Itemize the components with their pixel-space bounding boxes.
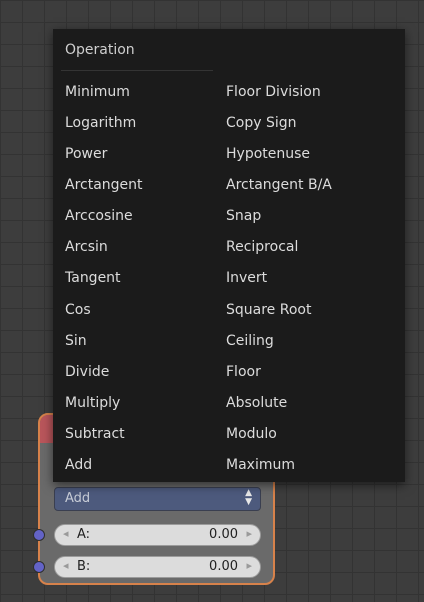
menu-item-subtract[interactable]: Subtract [65,426,125,442]
menu-item-snap[interactable]: Snap [226,208,261,224]
menu-item-floor-division[interactable]: Floor Division [226,84,321,100]
operation-menu: Operation Minimum Logarithm Power Arctan… [53,29,405,482]
left-arrow-icon[interactable]: ◂ [63,527,69,540]
menu-item-square-root[interactable]: Square Root [226,302,311,318]
right-arrow-icon[interactable]: ▸ [246,559,252,572]
menu-item-add[interactable]: Add [65,457,92,473]
input-a-field[interactable]: ◂ A: 0.00 ▸ [54,524,261,546]
menu-item-hypotenuse[interactable]: Hypotenuse [226,146,310,162]
menu-item-reciprocal[interactable]: Reciprocal [226,239,298,255]
menu-item-multiply[interactable]: Multiply [65,395,120,411]
menu-item-divide[interactable]: Divide [65,364,109,380]
menu-item-modulo[interactable]: Modulo [226,426,277,442]
menu-item-ceiling[interactable]: Ceiling [226,333,274,349]
input-b-field[interactable]: ◂ B: 0.00 ▸ [54,556,261,578]
menu-item-minimum[interactable]: Minimum [65,84,130,100]
input-b-value: 0.00 [209,559,238,574]
menu-item-arctangent[interactable]: Arctangent [65,177,143,193]
menu-item-absolute[interactable]: Absolute [226,395,287,411]
right-arrow-icon[interactable]: ▸ [246,527,252,540]
menu-item-arcsin[interactable]: Arcsin [65,239,108,255]
menu-item-power[interactable]: Power [65,146,107,162]
up-down-arrows-icon: ▲ ▼ [245,488,252,507]
input-a-label: A: [77,527,91,542]
menu-item-arctangent-b-a[interactable]: Arctangent B/A [226,177,332,193]
socket-icon[interactable] [33,561,45,573]
menu-item-copy-sign[interactable]: Copy Sign [226,115,297,131]
socket-icon[interactable] [33,529,45,541]
menu-item-arccosine[interactable]: Arccosine [65,208,133,224]
menu-item-floor[interactable]: Floor [226,364,261,380]
menu-title: Operation [65,42,135,58]
left-arrow-icon[interactable]: ◂ [63,559,69,572]
menu-item-maximum[interactable]: Maximum [226,457,295,473]
menu-item-sin[interactable]: Sin [65,333,87,349]
menu-separator [61,70,213,71]
operation-select-value: Add [65,491,91,506]
input-b-label: B: [77,559,91,574]
menu-item-cos[interactable]: Cos [65,302,91,318]
menu-item-invert[interactable]: Invert [226,270,267,286]
menu-item-logarithm[interactable]: Logarithm [65,115,136,131]
operation-select[interactable]: Add ▲ ▼ [54,487,261,511]
menu-item-tangent[interactable]: Tangent [65,270,121,286]
input-a-value: 0.00 [209,527,238,542]
